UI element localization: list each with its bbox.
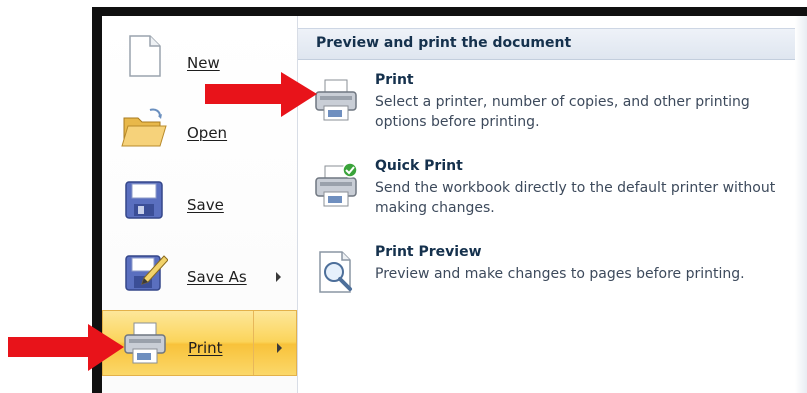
submenu-item-title-quick-print: Quick Print — [375, 158, 463, 174]
split-button-divider — [253, 311, 254, 375]
quick-print-icon — [315, 162, 358, 207]
submenu-item-title-print: Print — [375, 72, 414, 88]
menu-item-save-as[interactable]: Save As — [102, 240, 297, 306]
submenu-header-text: Preview and print the document — [316, 35, 572, 51]
submenu-header: Preview and print the document — [298, 28, 807, 60]
annotation-arrow-print-menu — [8, 324, 124, 371]
print-preview-icon — [319, 251, 352, 293]
save-as-icon — [125, 255, 168, 291]
save-disk-icon — [125, 181, 163, 219]
menu-item-label-print: Print — [188, 339, 223, 357]
submenu-item-desc-print-preview: Preview and make changes to pages before… — [375, 266, 745, 282]
submenu-item-quick-print[interactable]: Quick Print Send the workbook directly t… — [298, 152, 807, 238]
annotation-arrow-print-option — [205, 72, 317, 117]
menu-item-label-save: Save — [187, 196, 224, 214]
submenu-arrow-icon[interactable] — [277, 343, 282, 353]
menu-item-label-save-as: Save As — [187, 268, 247, 286]
submenu-arrow-icon — [276, 272, 281, 282]
panel-edge — [795, 16, 807, 393]
printer-icon — [124, 322, 166, 364]
submenu-item-print-preview[interactable]: Print Preview Preview and make changes t… — [298, 238, 807, 324]
menu-item-print[interactable]: Print — [102, 310, 297, 376]
print-submenu-panel: Preview and print the document Print Sel… — [298, 16, 807, 393]
submenu-item-print[interactable]: Print Select a printer, number of copies… — [298, 66, 807, 152]
menu-item-save[interactable]: Save — [102, 168, 297, 234]
submenu-item-title-print-preview: Print Preview — [375, 244, 482, 260]
submenu-item-desc-quick-print: Send the workbook directly to the defaul… — [375, 180, 776, 216]
new-document-icon — [129, 35, 161, 77]
menu-item-label-open: Open — [187, 124, 228, 142]
open-folder-icon — [121, 108, 167, 147]
submenu-item-desc-print: Select a printer, number of copies, and … — [375, 94, 750, 130]
